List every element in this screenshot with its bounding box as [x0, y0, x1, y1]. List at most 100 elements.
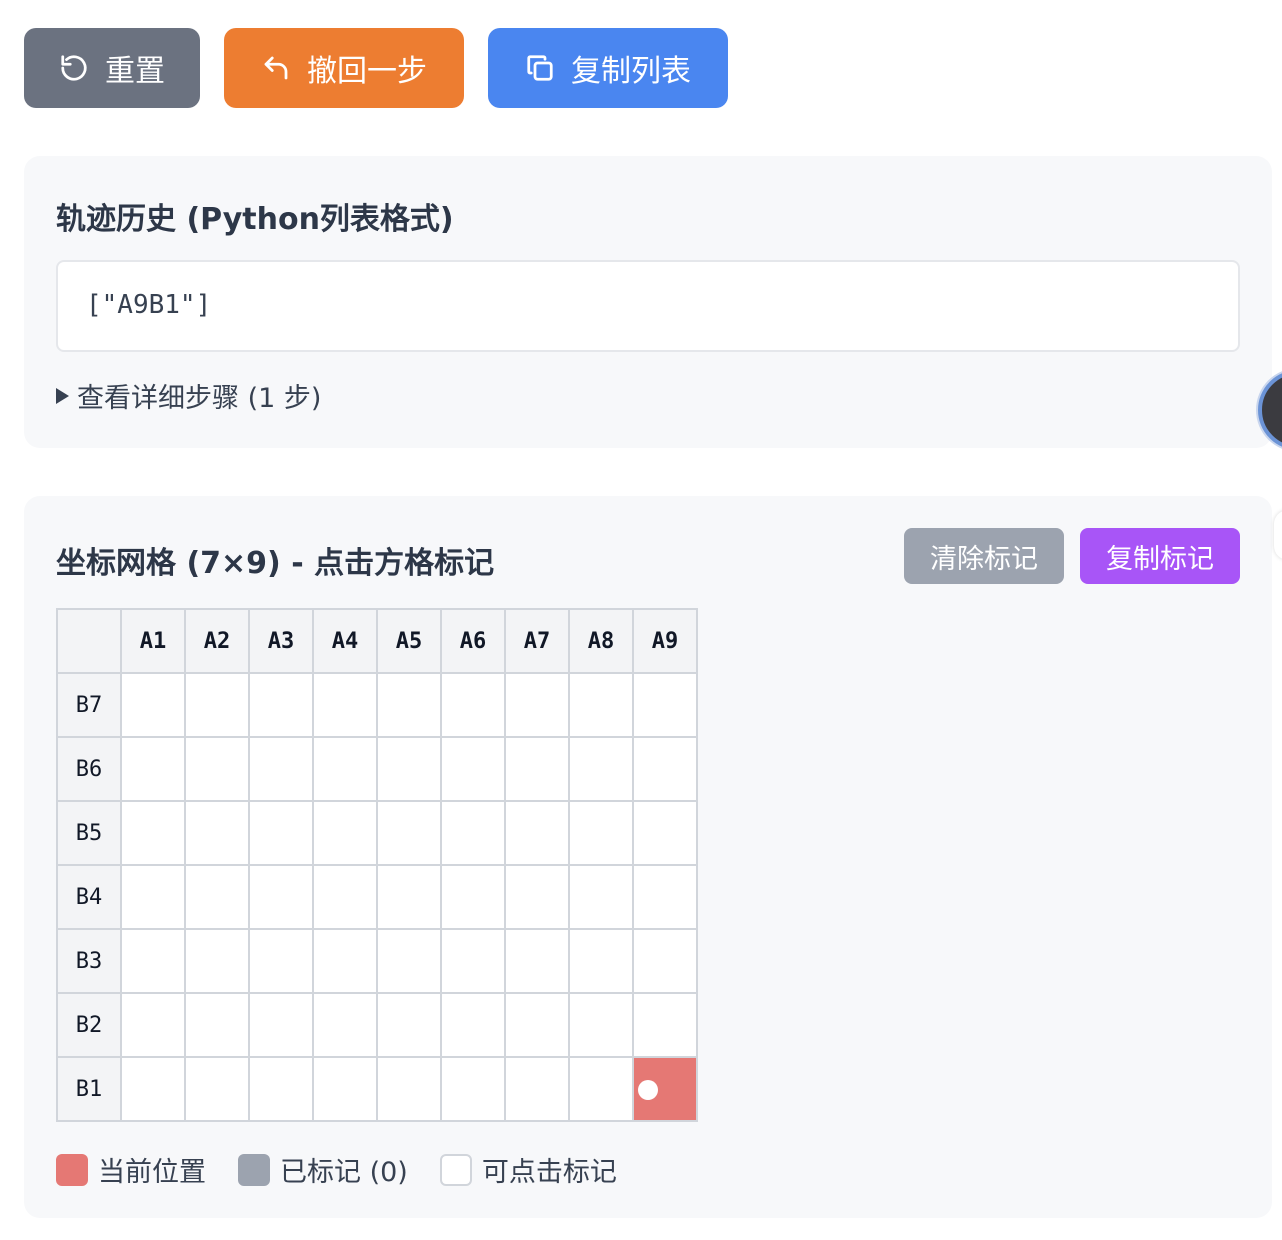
position-dot-icon [638, 1080, 658, 1100]
grid-cell[interactable] [248, 992, 314, 1058]
legend-clickable: 可点击标记 [439, 1150, 617, 1189]
column-header: A4 [312, 608, 378, 674]
grid-cell[interactable] [184, 864, 250, 930]
grid-cell[interactable] [312, 928, 378, 994]
row-header: B5 [56, 800, 122, 866]
grid-cell[interactable] [248, 672, 314, 738]
grid-cell[interactable] [632, 736, 698, 802]
grid-cell[interactable] [568, 736, 634, 802]
grid-row: B5 [56, 800, 698, 866]
clear-marks-button[interactable]: 清除标记 [904, 528, 1064, 584]
grid-cell[interactable] [504, 992, 570, 1058]
grid-cell[interactable] [568, 864, 634, 930]
history-code[interactable]: ["A9B1"] [56, 260, 1240, 352]
grid-cell[interactable] [120, 800, 186, 866]
row-header: B4 [56, 864, 122, 930]
grid-cell[interactable] [184, 672, 250, 738]
grid-cell[interactable] [248, 864, 314, 930]
grid-cell-current[interactable] [632, 1056, 698, 1122]
grid-cell[interactable] [632, 672, 698, 738]
grid-cell[interactable] [248, 928, 314, 994]
grid-cell[interactable] [504, 864, 570, 930]
undo-label: 撤回一步 [307, 54, 427, 89]
grid-cell[interactable] [504, 800, 570, 866]
grid-cell[interactable] [376, 864, 442, 930]
grid-cell[interactable] [440, 1056, 506, 1122]
grid-cell[interactable] [376, 800, 442, 866]
grid-cell[interactable] [504, 672, 570, 738]
grid-cell[interactable] [184, 928, 250, 994]
grid-row: B4 [56, 864, 698, 930]
grid-cell[interactable] [568, 672, 634, 738]
clickable-swatch [439, 1153, 472, 1186]
grid-cell[interactable] [312, 992, 378, 1058]
grid-cell[interactable] [312, 800, 378, 866]
grid-cell[interactable] [440, 864, 506, 930]
grid-cell[interactable] [120, 864, 186, 930]
grid-cell[interactable] [632, 928, 698, 994]
grid-cell[interactable] [312, 1056, 378, 1122]
grid-cell[interactable] [632, 800, 698, 866]
row-header: B2 [56, 992, 122, 1058]
grid-cell[interactable] [376, 992, 442, 1058]
coordinate-grid: A1 A2 A3 A4 A5 A6 A7 A8 A9 B7 B6 B5 B4 B3 B2 B1 [56, 608, 698, 1122]
grid-cell[interactable] [184, 736, 250, 802]
grid-cell[interactable] [440, 992, 506, 1058]
history-panel: 轨迹历史 (Python列表格式) ["A9B1"] 查看详细步骤 (1 步) [24, 156, 1272, 448]
grid-cell[interactable] [120, 672, 186, 738]
grid-cell[interactable] [184, 800, 250, 866]
grid-cell[interactable] [312, 736, 378, 802]
column-header: A1 [120, 608, 186, 674]
grid-cell[interactable] [376, 736, 442, 802]
grid-cell[interactable] [312, 672, 378, 738]
grid-cell[interactable] [440, 672, 506, 738]
history-title: 轨迹历史 (Python列表格式) [56, 202, 454, 237]
toolbar: 重置 撤回一步 复制列表 [24, 28, 728, 108]
grid-panel: 坐标网格 (7×9) - 点击方格标记 清除标记 复制标记 A1 A2 A3 A4 A5… [24, 496, 1272, 1218]
grid-cell[interactable] [632, 864, 698, 930]
column-header: A8 [568, 608, 634, 674]
grid-cell[interactable] [248, 1056, 314, 1122]
grid-cell[interactable] [440, 800, 506, 866]
row-header: B3 [56, 928, 122, 994]
grid-cell[interactable] [440, 928, 506, 994]
grid-cell[interactable] [504, 1056, 570, 1122]
grid-cell[interactable] [440, 736, 506, 802]
copy-marks-button[interactable]: 复制标记 [1080, 528, 1240, 584]
legend-current-label: 当前位置 [98, 1157, 206, 1188]
grid-cell[interactable] [376, 1056, 442, 1122]
grid-cell[interactable] [568, 800, 634, 866]
grid-cell[interactable] [184, 992, 250, 1058]
grid-cell[interactable] [568, 1056, 634, 1122]
grid-cell[interactable] [184, 1056, 250, 1122]
legend-marked: 已标记 (0) [238, 1150, 408, 1189]
undo-button[interactable]: 撤回一步 [224, 28, 464, 108]
grid-cell[interactable] [248, 736, 314, 802]
grid-cell[interactable] [248, 800, 314, 866]
grid-cell[interactable] [632, 992, 698, 1058]
grid-cell[interactable] [120, 928, 186, 994]
marked-swatch [238, 1153, 270, 1186]
details-toggle[interactable]: 查看详细步骤 (1 步) [56, 376, 321, 415]
grid-cell[interactable] [504, 736, 570, 802]
copy-list-button[interactable]: 复制列表 [488, 28, 728, 108]
undo-icon [261, 53, 291, 83]
column-header: A3 [248, 608, 314, 674]
copy-icon [525, 53, 555, 83]
side-tab[interactable] [1274, 510, 1282, 560]
reset-button[interactable]: 重置 [24, 28, 200, 108]
column-header: A6 [440, 608, 506, 674]
grid-cell[interactable] [376, 928, 442, 994]
grid-cell[interactable] [504, 928, 570, 994]
grid-cell[interactable] [312, 864, 378, 930]
column-header: A7 [504, 608, 570, 674]
grid-cell[interactable] [120, 736, 186, 802]
grid-cell[interactable] [376, 672, 442, 738]
grid-cell[interactable] [120, 992, 186, 1058]
grid-cell[interactable] [568, 928, 634, 994]
grid-cell[interactable] [120, 1056, 186, 1122]
copy-list-label: 复制列表 [571, 54, 691, 89]
grid-cell[interactable] [568, 992, 634, 1058]
grid-row: B2 [56, 992, 698, 1058]
reset-icon [59, 53, 89, 83]
